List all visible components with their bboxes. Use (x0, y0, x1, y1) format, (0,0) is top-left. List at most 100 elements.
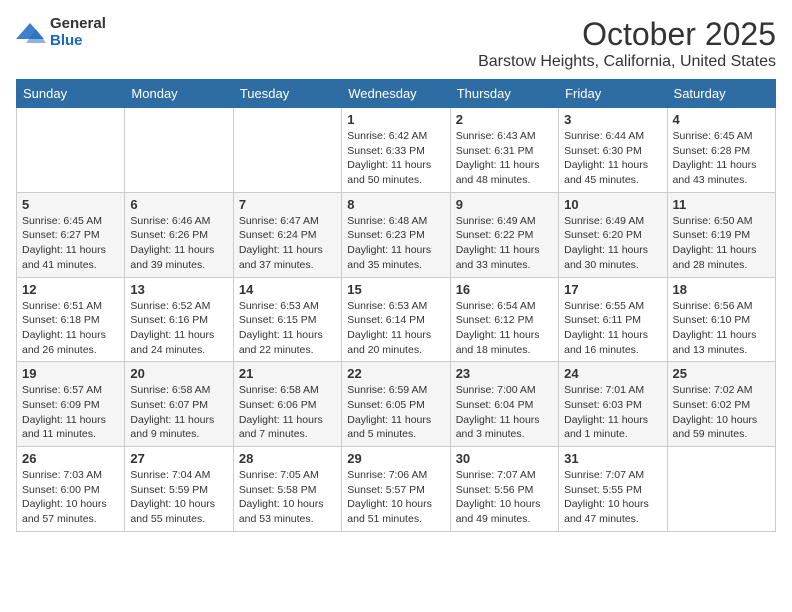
calendar-week-3: 12Sunrise: 6:51 AM Sunset: 6:18 PM Dayli… (17, 277, 776, 362)
calendar-cell: 1Sunrise: 6:42 AM Sunset: 6:33 PM Daylig… (342, 108, 450, 193)
day-header-thursday: Thursday (450, 80, 558, 108)
day-info: Sunrise: 6:42 AM Sunset: 6:33 PM Dayligh… (347, 129, 444, 188)
calendar-cell: 8 Sunrise: 6:48 AM Sunset: 6:23 PM Daylig… (342, 192, 450, 277)
day-number: 15 (347, 282, 444, 297)
calendar-table: SundayMondayTuesdayWednesdayThursdayFrid… (16, 79, 776, 532)
day-info: Sunrise: 6:56 AM Sunset: 6:10 PM Dayligh… (673, 299, 770, 358)
logo: General Blue (16, 16, 106, 49)
calendar-cell: 10 Sunrise: 6:49 AM Sunset: 6:20 PM Dayli… (559, 192, 667, 277)
day-info: Sunrise: 7:05 AM Sunset: 5:58 PM Dayligh… (239, 468, 336, 527)
day-info: Sunrise: 6:49 AM Sunset: 6:20 PM Dayligh… (564, 214, 661, 273)
logo-general-text: General (50, 16, 106, 33)
calendar-cell: 2 Sunrise: 6:43 AM Sunset: 6:31 PM Daylig… (450, 108, 558, 193)
day-info: Sunrise: 6:44 AM Sunset: 6:30 PM Dayligh… (564, 129, 661, 188)
calendar-cell (17, 108, 125, 193)
day-info: Sunrise: 7:06 AM Sunset: 5:57 PM Dayligh… (347, 468, 444, 527)
day-number: 25 (673, 366, 770, 381)
day-number: 20 (130, 366, 227, 381)
calendar-cell: 22 Sunrise: 6:59 AM Sunset: 6:05 PM Dayli… (342, 362, 450, 447)
calendar-cell: 29 Sunrise: 7:06 AM Sunset: 5:57 PM Dayli… (342, 447, 450, 532)
day-header-saturday: Saturday (667, 80, 775, 108)
day-number: 7 (239, 197, 336, 212)
calendar-cell: 19Sunrise: 6:57 AM Sunset: 6:09 PM Dayli… (17, 362, 125, 447)
day-number: 22 (347, 366, 444, 381)
day-info: Sunrise: 6:53 AM Sunset: 6:14 PM Dayligh… (347, 299, 444, 358)
day-info: Sunrise: 6:52 AM Sunset: 6:16 PM Dayligh… (130, 299, 227, 358)
day-header-tuesday: Tuesday (233, 80, 341, 108)
day-number: 27 (130, 451, 227, 466)
calendar-cell: 31Sunrise: 7:07 AM Sunset: 5:55 PM Dayli… (559, 447, 667, 532)
month-title: October 2025 (478, 16, 776, 53)
calendar-cell: 24 Sunrise: 7:01 AM Sunset: 6:03 PM Dayli… (559, 362, 667, 447)
day-number: 4 (673, 112, 770, 127)
day-info: Sunrise: 6:50 AM Sunset: 6:19 PM Dayligh… (673, 214, 770, 273)
logo-text: General Blue (50, 16, 106, 49)
calendar-cell: 9 Sunrise: 6:49 AM Sunset: 6:22 PM Daylig… (450, 192, 558, 277)
day-info: Sunrise: 6:53 AM Sunset: 6:15 PM Dayligh… (239, 299, 336, 358)
day-info: Sunrise: 6:55 AM Sunset: 6:11 PM Dayligh… (564, 299, 661, 358)
day-number: 17 (564, 282, 661, 297)
logo-blue-text: Blue (50, 33, 106, 50)
logo-icon (16, 19, 46, 47)
calendar-cell: 7Sunrise: 6:47 AM Sunset: 6:24 PM Daylig… (233, 192, 341, 277)
day-number: 6 (130, 197, 227, 212)
day-number: 26 (22, 451, 119, 466)
day-info: Sunrise: 6:49 AM Sunset: 6:22 PM Dayligh… (456, 214, 553, 273)
day-info: Sunrise: 7:02 AM Sunset: 6:02 PM Dayligh… (673, 383, 770, 442)
day-number: 18 (673, 282, 770, 297)
calendar-cell: 12Sunrise: 6:51 AM Sunset: 6:18 PM Dayli… (17, 277, 125, 362)
day-number: 12 (22, 282, 119, 297)
calendar-cell: 5 Sunrise: 6:45 AM Sunset: 6:27 PM Daylig… (17, 192, 125, 277)
day-info: Sunrise: 6:58 AM Sunset: 6:07 PM Dayligh… (130, 383, 227, 442)
day-header-friday: Friday (559, 80, 667, 108)
calendar-cell: 20 Sunrise: 6:58 AM Sunset: 6:07 PM Dayli… (125, 362, 233, 447)
calendar-cell: 23 Sunrise: 7:00 AM Sunset: 6:04 PM Dayli… (450, 362, 558, 447)
day-number: 10 (564, 197, 661, 212)
calendar-cell: 6Sunrise: 6:46 AM Sunset: 6:26 PM Daylig… (125, 192, 233, 277)
day-info: Sunrise: 6:43 AM Sunset: 6:31 PM Dayligh… (456, 129, 553, 188)
day-number: 24 (564, 366, 661, 381)
title-section: October 2025 Barstow Heights, California… (478, 16, 776, 71)
day-number: 3 (564, 112, 661, 127)
day-info: Sunrise: 7:03 AM Sunset: 6:00 PM Dayligh… (22, 468, 119, 527)
calendar-cell: 13 Sunrise: 6:52 AM Sunset: 6:16 PM Dayli… (125, 277, 233, 362)
day-number: 13 (130, 282, 227, 297)
day-header-sunday: Sunday (17, 80, 125, 108)
page-header: General Blue October 2025 Barstow Height… (16, 16, 776, 71)
day-info: Sunrise: 7:00 AM Sunset: 6:04 PM Dayligh… (456, 383, 553, 442)
day-info: Sunrise: 6:45 AM Sunset: 6:28 PM Dayligh… (673, 129, 770, 188)
calendar-cell: 15 Sunrise: 6:53 AM Sunset: 6:14 PM Dayli… (342, 277, 450, 362)
day-number: 2 (456, 112, 553, 127)
calendar-cell: 14Sunrise: 6:53 AM Sunset: 6:15 PM Dayli… (233, 277, 341, 362)
day-number: 23 (456, 366, 553, 381)
day-number: 11 (673, 197, 770, 212)
day-number: 21 (239, 366, 336, 381)
day-number: 16 (456, 282, 553, 297)
day-info: Sunrise: 7:07 AM Sunset: 5:56 PM Dayligh… (456, 468, 553, 527)
calendar-week-4: 19Sunrise: 6:57 AM Sunset: 6:09 PM Dayli… (17, 362, 776, 447)
calendar-cell: 25 Sunrise: 7:02 AM Sunset: 6:02 PM Dayli… (667, 362, 775, 447)
day-header-wednesday: Wednesday (342, 80, 450, 108)
calendar-cell (233, 108, 341, 193)
calendar-cell: 18 Sunrise: 6:56 AM Sunset: 6:10 PM Dayli… (667, 277, 775, 362)
day-number: 5 (22, 197, 119, 212)
calendar-cell: 3 Sunrise: 6:44 AM Sunset: 6:30 PM Daylig… (559, 108, 667, 193)
day-info: Sunrise: 7:01 AM Sunset: 6:03 PM Dayligh… (564, 383, 661, 442)
day-info: Sunrise: 6:48 AM Sunset: 6:23 PM Dayligh… (347, 214, 444, 273)
calendar-cell: 17 Sunrise: 6:55 AM Sunset: 6:11 PM Dayli… (559, 277, 667, 362)
day-number: 9 (456, 197, 553, 212)
calendar-cell: 16 Sunrise: 6:54 AM Sunset: 6:12 PM Dayli… (450, 277, 558, 362)
day-number: 8 (347, 197, 444, 212)
day-info: Sunrise: 6:54 AM Sunset: 6:12 PM Dayligh… (456, 299, 553, 358)
location-title: Barstow Heights, California, United Stat… (478, 53, 776, 71)
day-info: Sunrise: 6:58 AM Sunset: 6:06 PM Dayligh… (239, 383, 336, 442)
calendar-cell (125, 108, 233, 193)
day-info: Sunrise: 6:59 AM Sunset: 6:05 PM Dayligh… (347, 383, 444, 442)
calendar-cell: 11 Sunrise: 6:50 AM Sunset: 6:19 PM Dayli… (667, 192, 775, 277)
day-info: Sunrise: 6:45 AM Sunset: 6:27 PM Dayligh… (22, 214, 119, 273)
day-number: 29 (347, 451, 444, 466)
calendar-week-5: 26 Sunrise: 7:03 AM Sunset: 6:00 PM Dayli… (17, 447, 776, 532)
calendar-week-1: 1Sunrise: 6:42 AM Sunset: 6:33 PM Daylig… (17, 108, 776, 193)
day-info: Sunrise: 6:57 AM Sunset: 6:09 PM Dayligh… (22, 383, 119, 442)
calendar-cell: 27Sunrise: 7:04 AM Sunset: 5:59 PM Dayli… (125, 447, 233, 532)
